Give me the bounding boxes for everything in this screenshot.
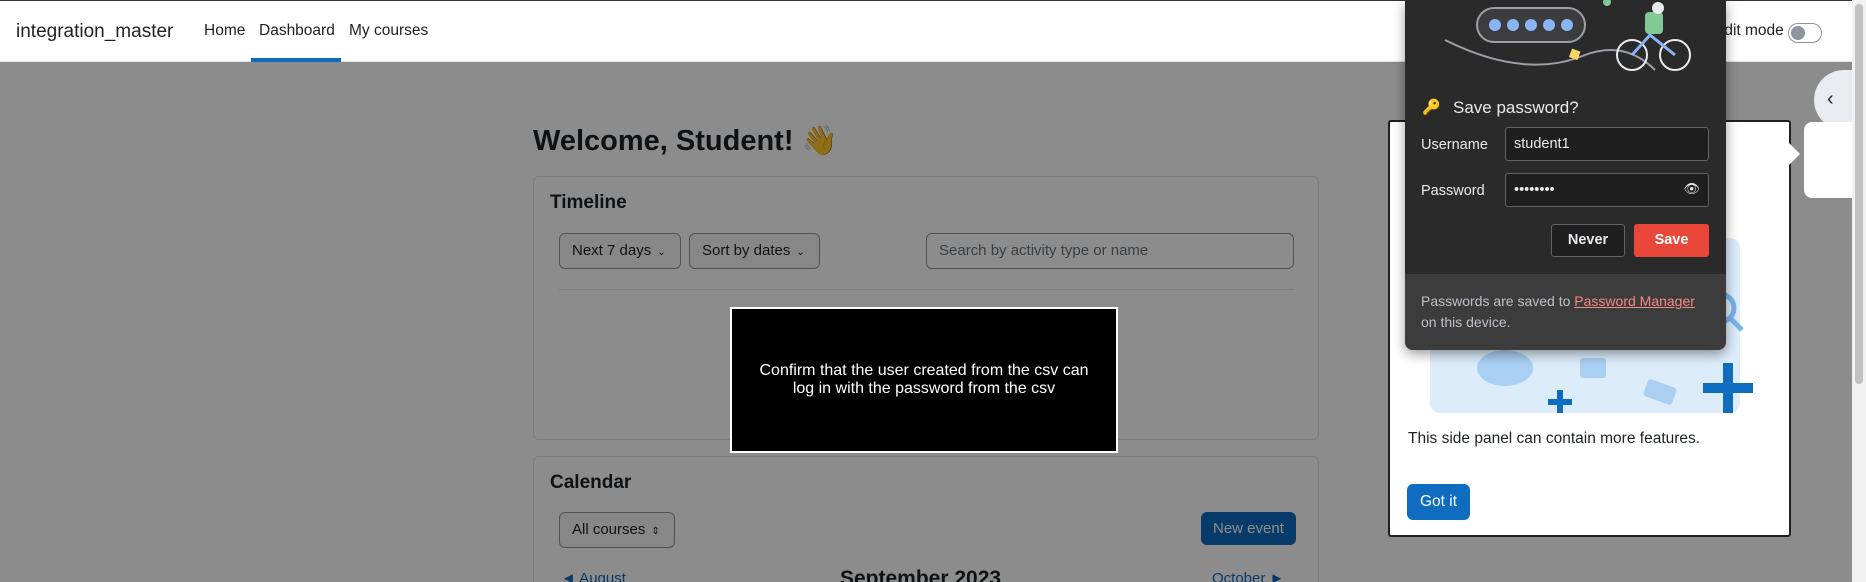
eye-icon[interactable]: 👁 [1683,181,1700,197]
scrollbar-thumb[interactable] [1855,4,1863,384]
key-icon: 🔑 [1422,99,1441,116]
password-value: •••••••• [1514,182,1555,198]
footer-suffix: on this device. [1421,314,1511,330]
page-scrollbar[interactable] [1852,0,1866,582]
username-value: student1 [1514,136,1570,152]
password-manager-link[interactable]: Password Manager [1574,293,1695,309]
username-field[interactable]: student1 [1505,127,1709,161]
username-label: Username [1421,137,1488,153]
nav-dashboard[interactable]: Dashboard [259,22,335,40]
password-illustration [1444,0,1691,71]
dialog-footer: Passwords are saved to Password Manager … [1405,274,1726,350]
never-button[interactable]: Never [1551,224,1625,257]
edit-mode-toggle[interactable] [1788,23,1822,43]
dialog-title: Save password? [1453,98,1579,117]
footer-prefix: Passwords are saved to [1421,293,1575,309]
side-panel-description: This side panel can contain more feature… [1408,430,1701,447]
save-button[interactable]: Save [1634,224,1709,257]
popover-arrow [1786,140,1800,168]
chevron-left-icon: ‹ [1827,88,1834,110]
nav-home[interactable]: Home [204,22,245,40]
site-brand[interactable]: integration_master [16,21,173,43]
instruction-text: Confirm that the user created from the c… [759,362,1089,397]
got-it-button[interactable]: Got it [1407,484,1471,520]
nav-my-courses[interactable]: My courses [349,22,428,40]
password-label: Password [1421,183,1485,199]
instruction-tooltip: Confirm that the user created from the c… [730,307,1118,453]
save-password-dialog: 🔑 Save password? Username student1 Passw… [1405,0,1726,350]
toggle-knob [1791,26,1805,40]
password-field[interactable]: •••••••• 👁 [1505,173,1709,207]
